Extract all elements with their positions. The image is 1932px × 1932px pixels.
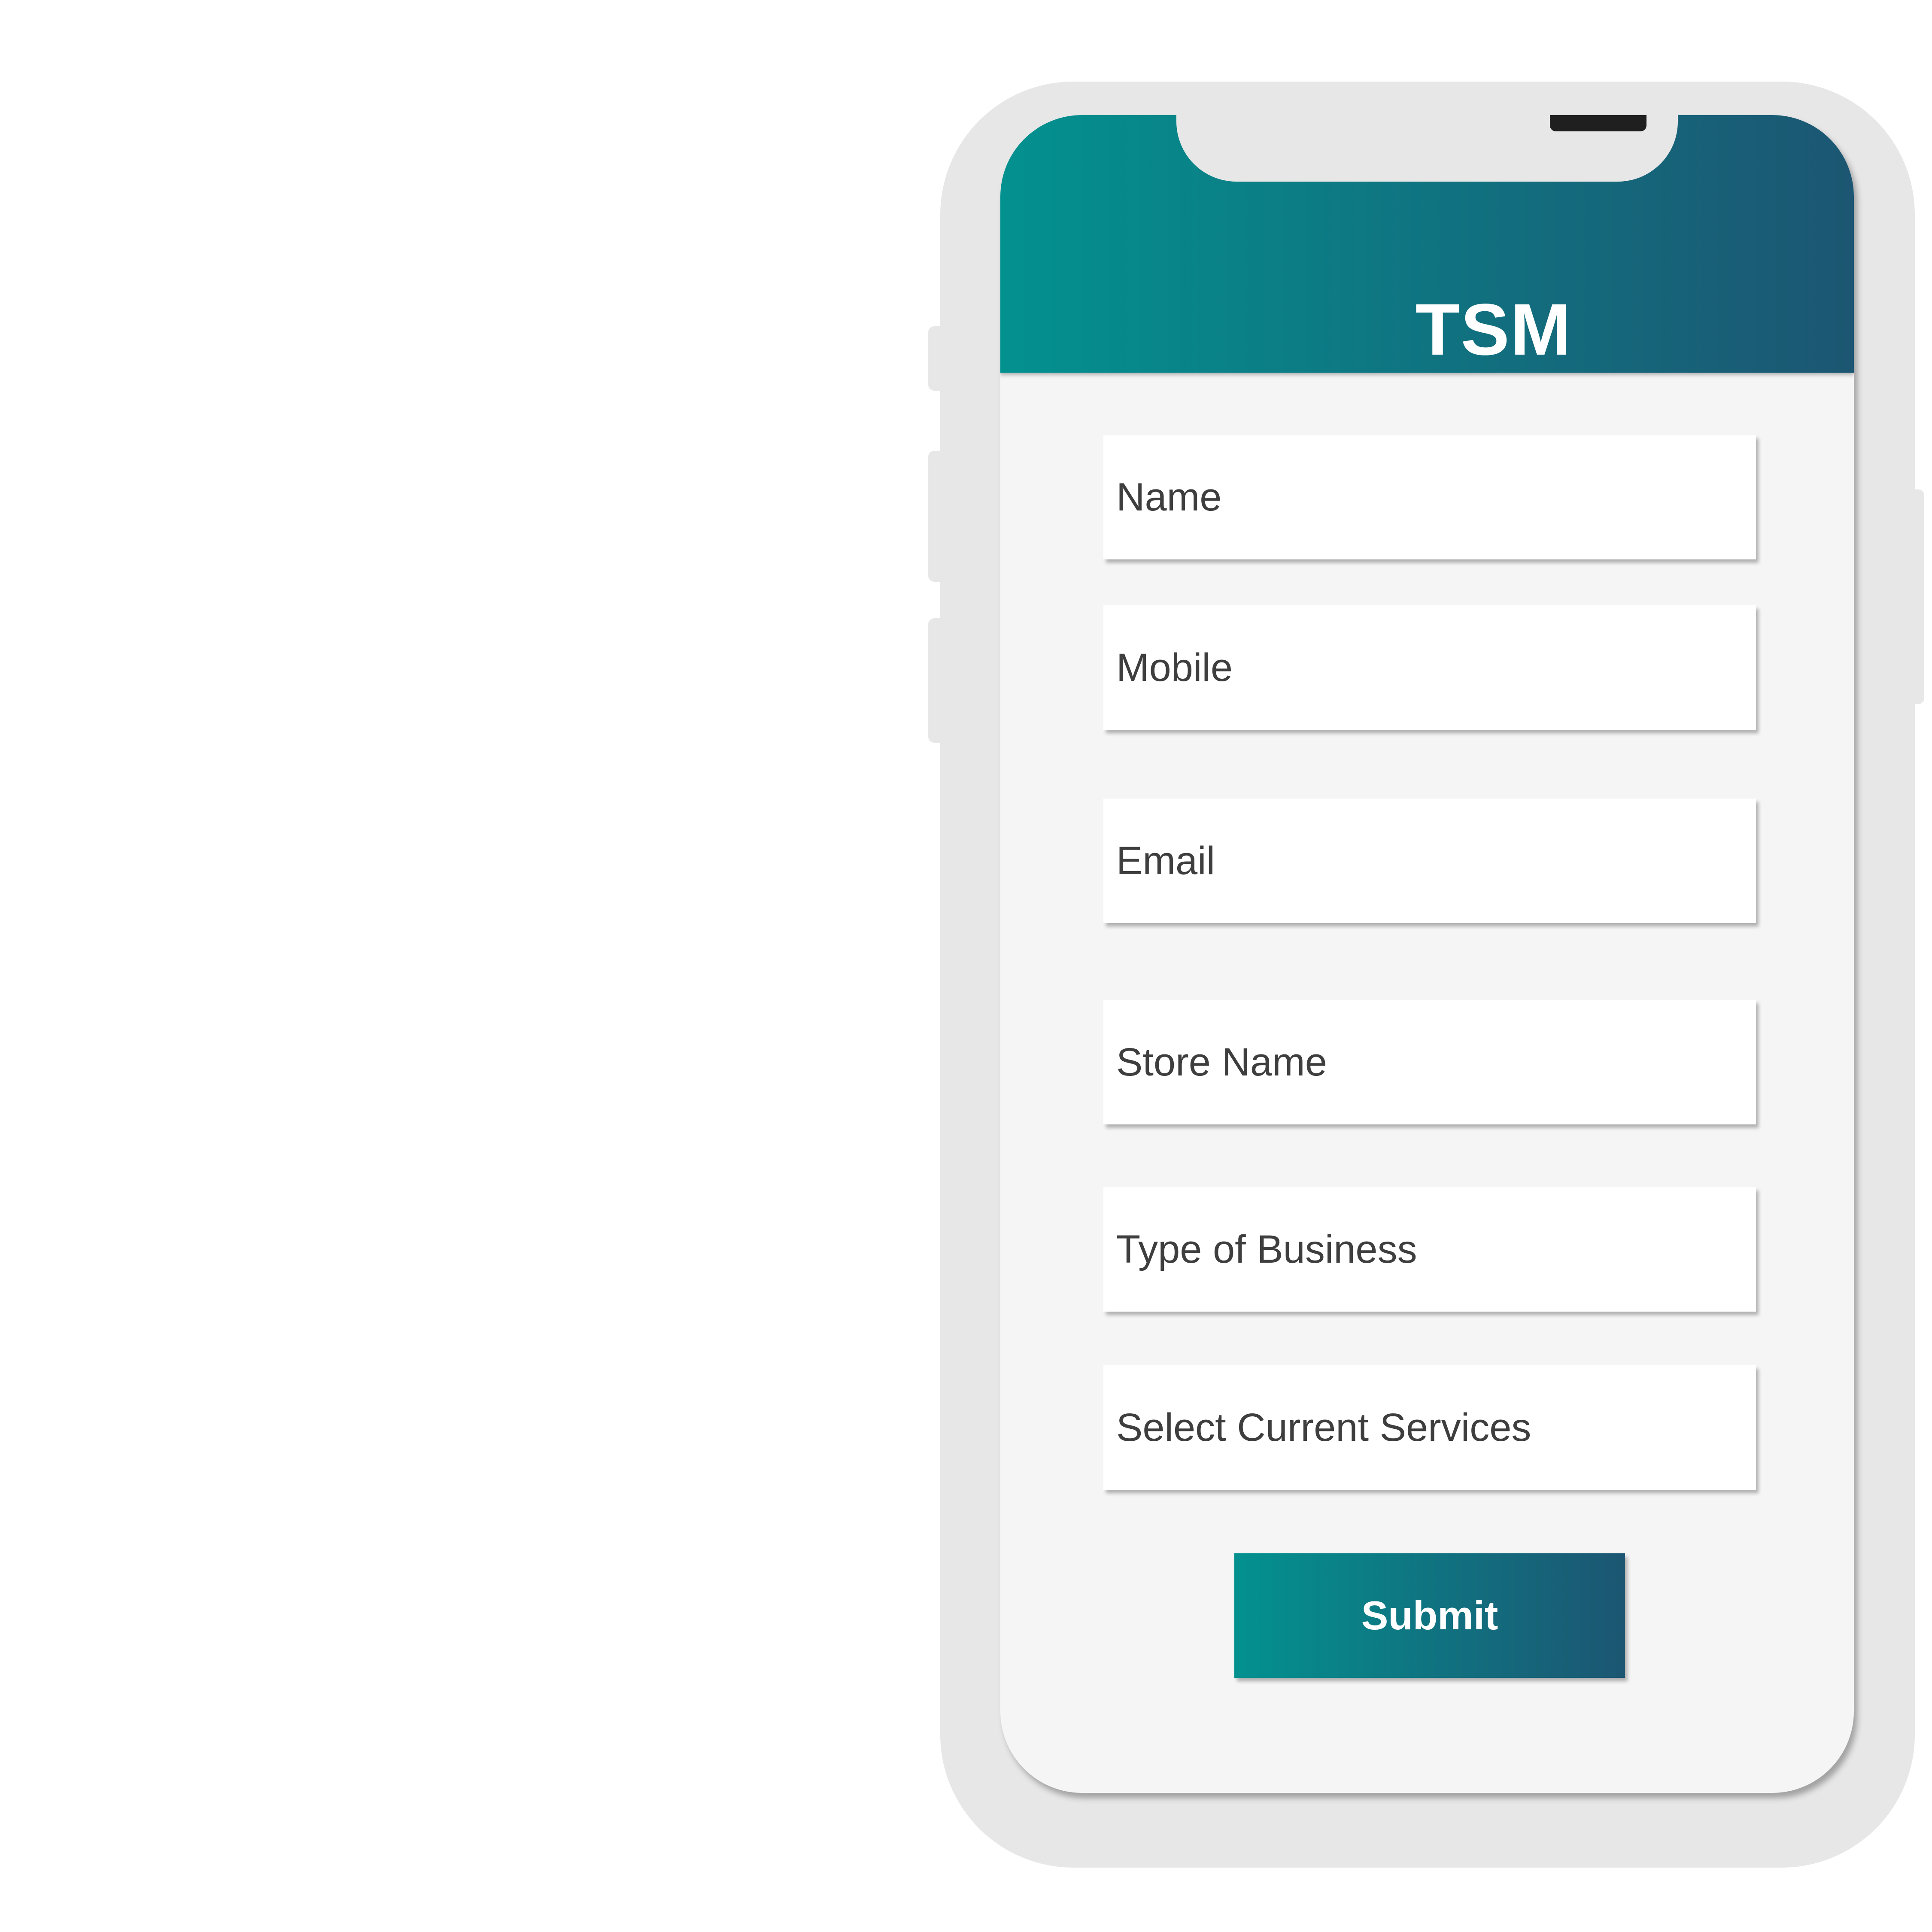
current-services-placeholder: Select Current Services [1116, 1406, 1531, 1449]
email-placeholder: Email [1116, 839, 1215, 883]
email-field[interactable]: Email [1103, 799, 1756, 923]
type-of-business-placeholder: Type of Business [1116, 1227, 1417, 1271]
mobile-field[interactable]: Mobile [1103, 605, 1756, 730]
store-name-placeholder: Store Name [1116, 1040, 1327, 1084]
submit-button[interactable]: Submit [1234, 1553, 1625, 1678]
name-field[interactable]: Name [1103, 435, 1756, 559]
mobile-placeholder: Mobile [1116, 646, 1233, 690]
phone-screen: TSM Name Mobile Email Store Name Type of… [1000, 115, 1854, 1793]
store-name-field[interactable]: Store Name [1103, 1000, 1756, 1124]
speaker-grille [1550, 115, 1646, 131]
app-title: TSM [1415, 289, 1572, 371]
phone-notch [1176, 115, 1678, 182]
name-placeholder: Name [1116, 475, 1222, 519]
current-services-select[interactable]: Select Current Services [1103, 1365, 1756, 1490]
type-of-business-field[interactable]: Type of Business [1103, 1187, 1756, 1312]
